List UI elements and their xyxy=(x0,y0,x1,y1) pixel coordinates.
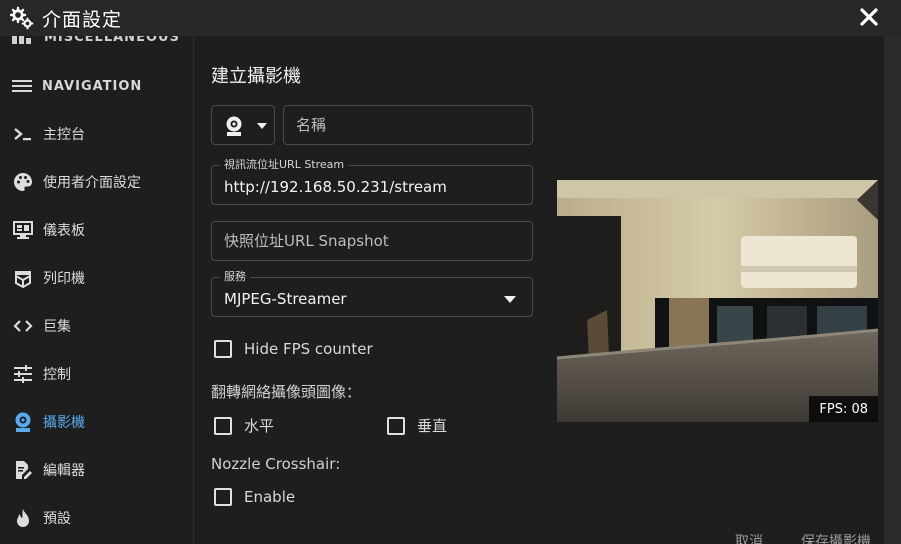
sidebar-item-label: 使用者介面設定 xyxy=(43,175,141,191)
sidebar-item-ui-settings[interactable]: 使用者介面設定 xyxy=(0,162,193,202)
checkbox-box[interactable] xyxy=(214,416,232,435)
nav-section-header: NAVIGATION xyxy=(12,76,142,96)
service-value: MJPEG-Streamer xyxy=(224,290,347,308)
flip-vertical-label: 垂直 xyxy=(417,417,448,435)
close-icon[interactable] xyxy=(857,5,881,29)
sidebar-item-label: 主控台 xyxy=(43,127,85,143)
service-select[interactable]: 服務 MJPEG-Streamer xyxy=(211,271,533,317)
flip-vertical-checkbox[interactable]: 垂直 xyxy=(387,415,447,436)
sidebar-item-label: 儀表板 xyxy=(43,223,85,239)
window-title: 介面設定 xyxy=(42,8,123,31)
stream-url-field[interactable]: 視訊流位址URL Stream http://192.168.50.231/st… xyxy=(211,159,533,205)
sidebar-item-label: 編輯器 xyxy=(43,463,85,479)
sidebar-item-macros[interactable]: 巨集 xyxy=(0,306,193,346)
name-field[interactable] xyxy=(283,105,533,145)
sliders-icon xyxy=(12,363,34,385)
chevron-down-icon xyxy=(257,123,267,129)
webcam-icon xyxy=(226,116,242,136)
cancel-button[interactable]: 取消 xyxy=(735,531,763,544)
printer-3d-icon xyxy=(12,267,34,289)
nozzle-crosshair-label: Nozzle Crosshair: xyxy=(211,455,341,473)
fps-counter: FPS: 08 xyxy=(809,396,878,422)
file-edit-icon xyxy=(12,459,34,481)
name-input[interactable] xyxy=(284,106,532,144)
hide-fps-checkbox[interactable]: Hide FPS counter xyxy=(214,340,373,358)
code-icon xyxy=(12,315,34,337)
chevron-down-icon xyxy=(504,296,516,303)
webcam-icon xyxy=(12,411,34,433)
sidebar-item-console[interactable]: 主控台 xyxy=(0,114,193,154)
sidebar-item-label: 巨集 xyxy=(43,319,71,335)
checkbox-box[interactable] xyxy=(214,488,232,506)
camera-preview-image xyxy=(557,180,878,422)
sidebar-item-label: 預設 xyxy=(43,511,71,527)
sidebar-item-dashboard[interactable]: 儀表板 xyxy=(0,210,193,250)
title-bar: 介面設定 xyxy=(0,0,901,36)
sidebar: MISCELLANEOUS NAVIGATION 主控台 使用者介面設定 儀表板… xyxy=(0,36,194,544)
checkbox-box[interactable] xyxy=(214,340,232,358)
form-title: 建立攝影機 xyxy=(211,66,301,87)
dashboard-icon xyxy=(12,219,34,241)
grid-icon xyxy=(12,36,31,44)
sidebar-item-label: 列印機 xyxy=(43,271,85,287)
sidebar-item-webcam[interactable]: 攝影機 xyxy=(0,402,193,442)
camera-preview: FPS: 08 xyxy=(557,180,878,422)
sidebar-item-label: 攝影機 xyxy=(43,415,85,431)
sidebar-item-miscellaneous[interactable]: MISCELLANEOUS xyxy=(12,36,180,45)
flip-label: 翻轉網絡攝像頭圖像： xyxy=(211,383,362,401)
stream-url-label: 視訊流位址URL Stream xyxy=(220,159,349,171)
sidebar-item-presets[interactable]: 預設 xyxy=(0,498,193,538)
sidebar-item-printer[interactable]: 列印機 xyxy=(0,258,193,298)
nozzle-enable-label: Enable xyxy=(244,488,296,506)
sidebar-item-editor[interactable]: 編輯器 xyxy=(0,450,193,490)
sidebar-item-label: 控制 xyxy=(43,367,71,383)
camera-icon-select[interactable] xyxy=(211,105,275,145)
fire-icon xyxy=(12,507,34,529)
hide-fps-label: Hide FPS counter xyxy=(244,340,373,358)
background-page xyxy=(884,36,901,544)
save-camera-button[interactable]: 保存攝影機 xyxy=(801,531,871,544)
sidebar-item-control[interactable]: 控制 xyxy=(0,354,193,394)
checkbox-box[interactable] xyxy=(387,416,405,435)
camera-form-panel: 建立攝影機 視訊流位址URL Stream http://192.168.50.… xyxy=(195,36,884,544)
flip-horizontal-label: 水平 xyxy=(244,417,275,435)
flip-horizontal-checkbox[interactable]: 水平 xyxy=(214,415,274,436)
stream-url-input[interactable]: http://192.168.50.231/stream xyxy=(224,178,447,196)
nozzle-enable-checkbox[interactable]: Enable xyxy=(214,488,295,506)
snapshot-url-field[interactable] xyxy=(211,221,533,261)
console-icon xyxy=(12,123,34,145)
sidebar-item-label: MISCELLANEOUS xyxy=(44,36,180,45)
gears-icon xyxy=(10,6,34,30)
nav-section-label: NAVIGATION xyxy=(42,78,143,94)
menu-icon xyxy=(12,80,32,92)
palette-icon xyxy=(12,171,34,193)
snapshot-url-input[interactable] xyxy=(212,222,532,260)
service-label: 服務 xyxy=(220,271,250,283)
